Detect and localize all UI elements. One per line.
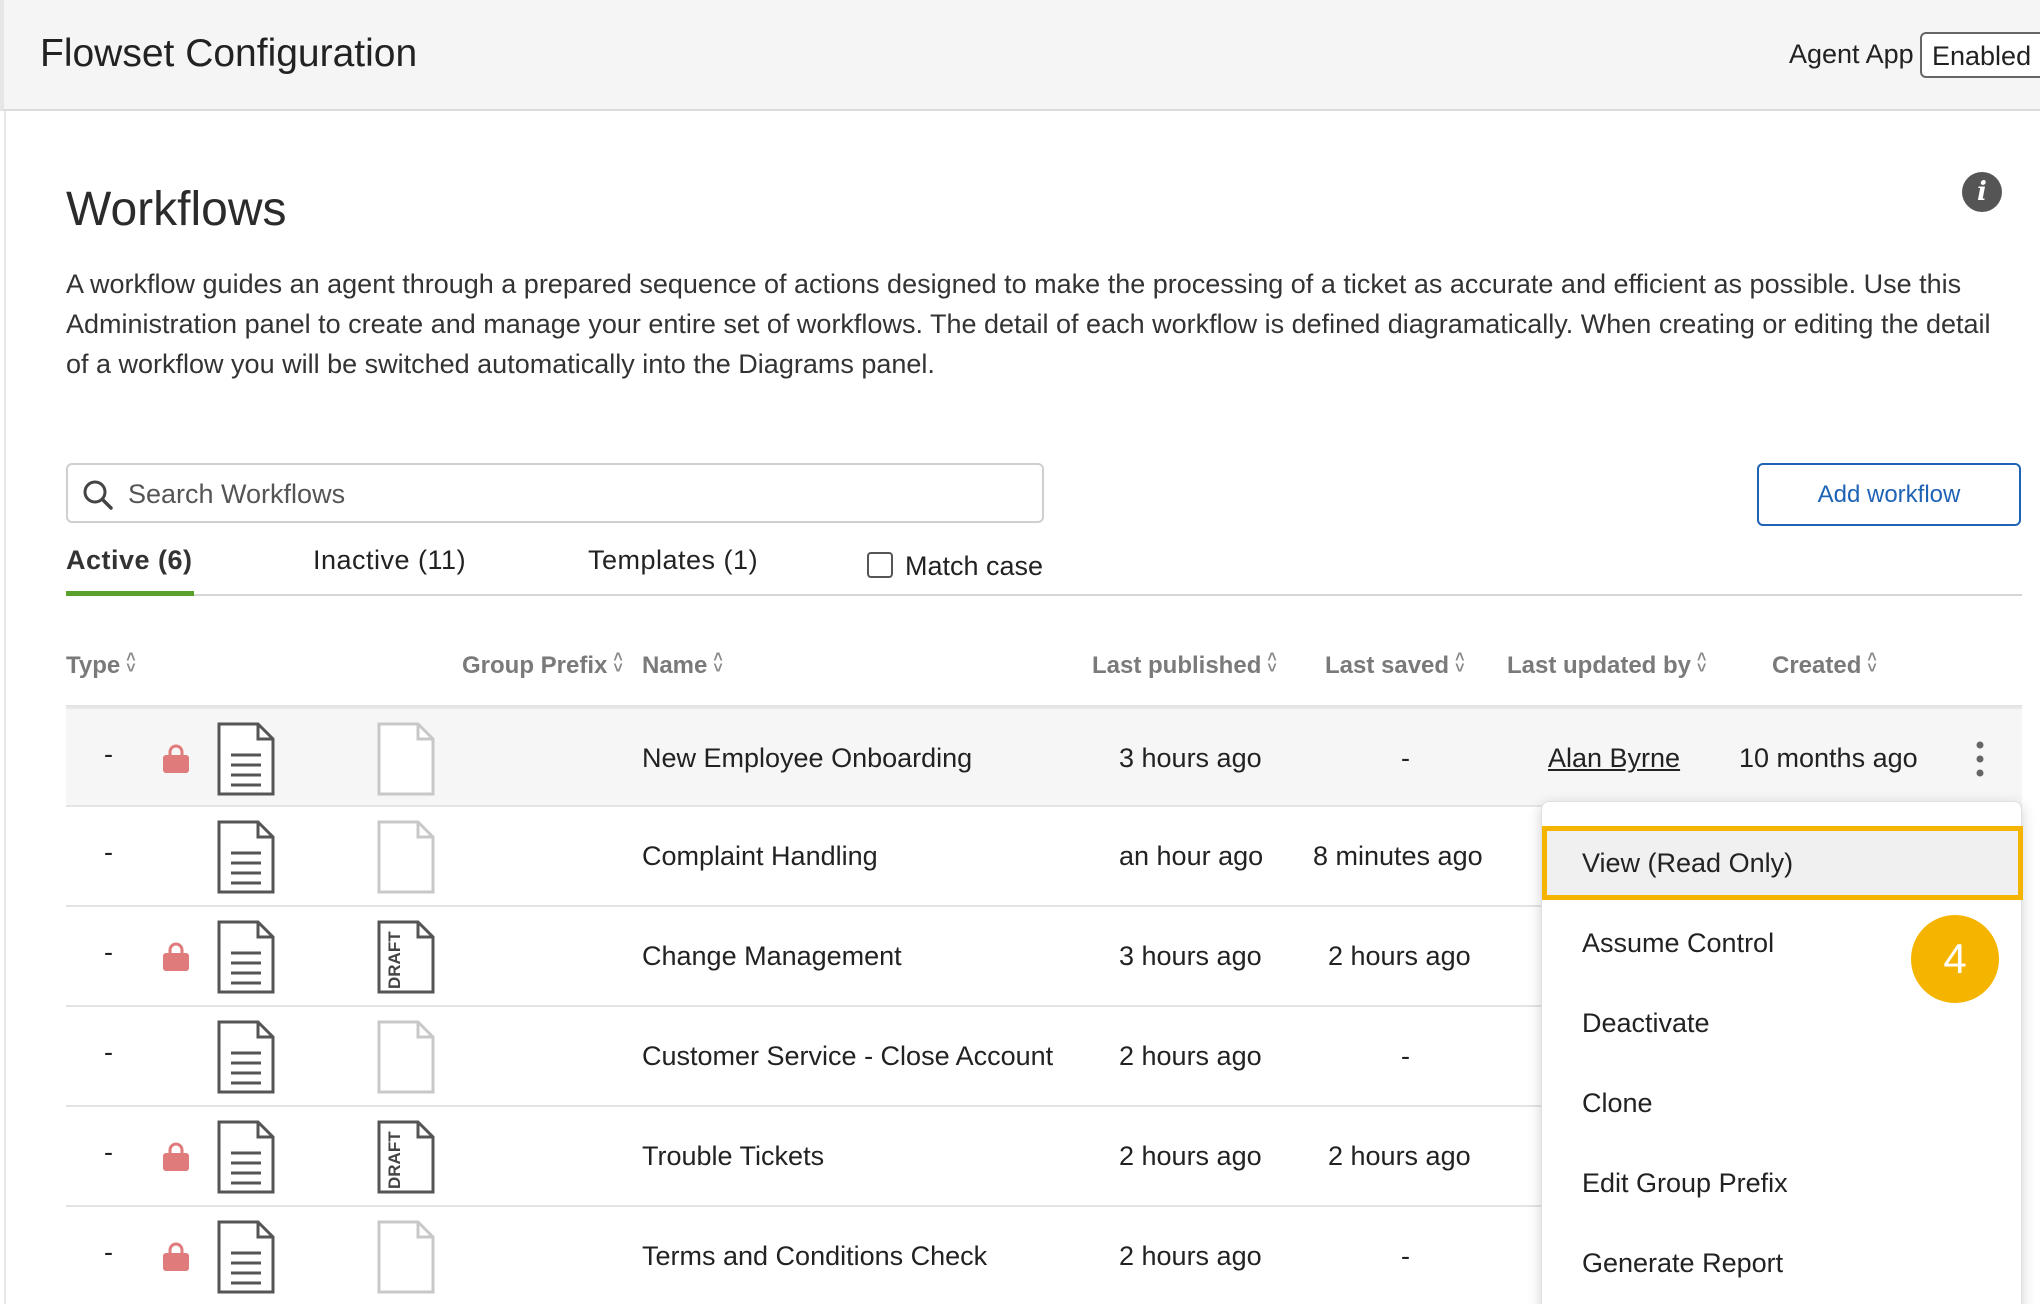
row-type: - (104, 1237, 113, 1267)
document-icon[interactable] (216, 919, 276, 995)
tabs-divider (66, 594, 2022, 596)
column-header-last-published-label: Last published (1092, 652, 1262, 679)
sort-icon: ˄ ˅ (126, 648, 136, 677)
tab-inactive[interactable]: Inactive (11) (313, 545, 466, 576)
page-description: A workflow guides an agent through a pre… (66, 269, 1991, 379)
row-last-saved: 2 hours ago (1328, 941, 1471, 971)
column-header-name[interactable]: Name ˄ ˅ (642, 648, 723, 680)
table-row[interactable]: - New Employee Onboarding 3 hours ago - Alan… (66, 707, 2022, 807)
agent-app-value: Enabled (1932, 41, 2032, 71)
draft-label: DRAFT (385, 931, 404, 989)
app-title: Flowset Configuration (40, 32, 418, 75)
row-last-saved: - (1401, 1241, 1410, 1271)
sort-icon: ˄ ˅ (713, 648, 723, 677)
row-last-published: an hour ago (1119, 841, 1264, 871)
document-icon[interactable] (216, 721, 276, 797)
lock-icon (160, 1141, 192, 1173)
info-icon[interactable]: i (1962, 172, 2002, 212)
sort-icon: ˄ ˅ (1267, 648, 1277, 677)
sort-icon: ˄ ˅ (1455, 648, 1465, 677)
column-header-last-published[interactable]: Last published ˄ ˅ (1092, 648, 1277, 680)
sort-icon: ˄ ˅ (1697, 648, 1707, 677)
draft-label: DRAFT (385, 1131, 404, 1189)
row-context-menu: View (Read Only) Assume Control Deactiva… (1541, 801, 2023, 1304)
row-last-published: 2 hours ago (1119, 1241, 1262, 1271)
sort-icon: ˄ ˅ (1867, 648, 1877, 677)
match-case-label: Match case (905, 551, 1044, 581)
draft-document-icon[interactable]: DRAFT (376, 1119, 436, 1195)
draft-document-icon[interactable]: DRAFT (376, 919, 436, 995)
row-name[interactable]: Customer Service - Close Account (642, 1041, 1053, 1072)
row-name[interactable]: Trouble Tickets (642, 1141, 824, 1172)
row-last-published: 3 hours ago (1119, 743, 1262, 773)
menu-item-generate-report[interactable]: Generate Report (1542, 1227, 2023, 1299)
row-last-published: 2 hours ago (1119, 1141, 1262, 1171)
row-type: - (104, 937, 113, 967)
row-last-updated-by-link[interactable]: Alan Byrne (1548, 743, 1680, 774)
tab-active[interactable]: Active (6) (66, 545, 193, 576)
row-last-published: 2 hours ago (1119, 1041, 1262, 1071)
search-input[interactable] (128, 475, 1028, 513)
more-options-icon[interactable] (1970, 739, 1990, 779)
sort-icon: ˄ ˅ (613, 648, 623, 677)
document-icon[interactable] (216, 1219, 276, 1295)
column-header-created-label: Created (1772, 652, 1862, 679)
row-name[interactable]: New Employee Onboarding (642, 743, 972, 774)
lock-icon (160, 743, 192, 775)
column-header-group-prefix[interactable]: Group Prefix ˄ ˅ (462, 648, 623, 680)
column-header-last-saved-label: Last saved (1325, 652, 1450, 679)
row-name[interactable]: Change Management (642, 941, 902, 972)
menu-item-clone[interactable]: Clone (1542, 1067, 2023, 1139)
lock-icon (160, 1241, 192, 1273)
row-name[interactable]: Terms and Conditions Check (642, 1241, 987, 1272)
column-header-type-label: Type (66, 652, 121, 679)
column-header-created[interactable]: Created ˄ ˅ (1772, 648, 1877, 680)
menu-item-view-read-only[interactable]: View (Read Only) (1542, 826, 2023, 900)
blank-document-icon[interactable] (376, 1219, 436, 1295)
blank-document-icon[interactable] (376, 819, 436, 895)
row-name[interactable]: Complaint Handling (642, 841, 878, 872)
row-last-saved: 2 hours ago (1328, 1141, 1471, 1171)
row-type: - (104, 1037, 113, 1067)
row-last-saved: - (1401, 1041, 1410, 1071)
add-workflow-button[interactable]: Add workflow (1757, 463, 2021, 526)
agent-app-label: Agent App (1789, 39, 1914, 69)
row-last-saved: 8 minutes ago (1313, 841, 1483, 871)
column-header-last-saved[interactable]: Last saved ˄ ˅ (1325, 648, 1465, 680)
column-header-name-label: Name (642, 652, 708, 679)
column-header-group-prefix-label: Group Prefix (462, 652, 608, 679)
column-header-type[interactable]: Type ˄ ˅ (66, 648, 136, 680)
step-badge: 4 (1911, 915, 1999, 1003)
document-icon[interactable] (216, 1119, 276, 1195)
tab-templates[interactable]: Templates (1) (588, 545, 758, 576)
document-icon[interactable] (216, 819, 276, 895)
search-box[interactable] (66, 463, 1044, 523)
row-type: - (104, 837, 113, 867)
column-header-last-updated-by[interactable]: Last updated by ˄ ˅ (1507, 648, 1707, 680)
lock-icon (160, 941, 192, 973)
document-icon[interactable] (216, 1019, 276, 1095)
blank-document-icon[interactable] (376, 1019, 436, 1095)
agent-app-select[interactable]: Enabled ⌄ (1920, 32, 2040, 78)
search-icon (83, 480, 113, 510)
active-tab-indicator (66, 591, 194, 596)
row-last-published: 3 hours ago (1119, 941, 1262, 971)
blank-document-icon[interactable] (376, 721, 436, 797)
row-type: - (104, 1137, 113, 1167)
menu-item-edit-group-prefix[interactable]: Edit Group Prefix (1542, 1147, 2023, 1219)
match-case-checkbox[interactable] (867, 552, 893, 578)
page-title: Workflows (66, 183, 287, 236)
top-bar: Flowset Configuration Agent App Enabled … (0, 0, 2040, 111)
row-last-saved: - (1401, 743, 1410, 773)
row-type: - (104, 739, 113, 769)
column-header-last-updated-by-label: Last updated by (1507, 652, 1692, 679)
row-created: 10 months ago (1739, 743, 1918, 773)
